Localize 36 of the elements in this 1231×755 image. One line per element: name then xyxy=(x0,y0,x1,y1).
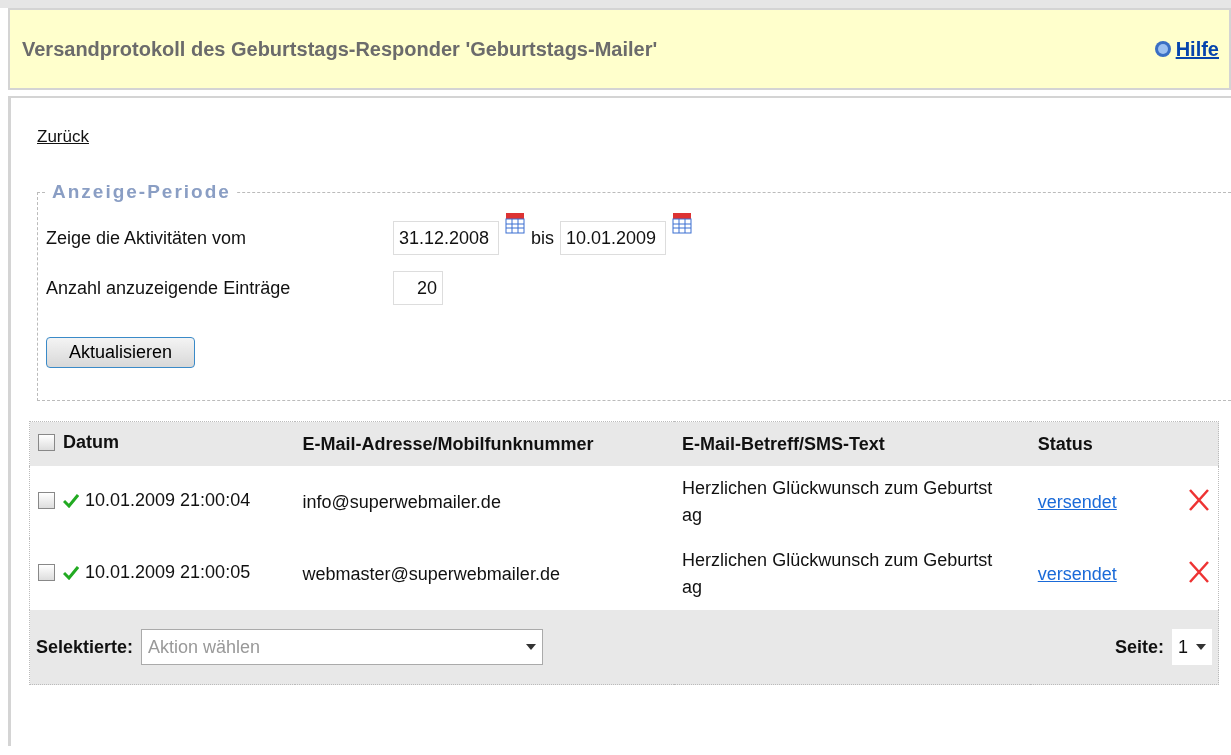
back-link[interactable]: Zurück xyxy=(37,127,89,146)
count-label: Anzahl anzuzeigende Einträge xyxy=(46,277,292,299)
from-date-field[interactable]: 31.12.2008 xyxy=(393,221,499,255)
page-select[interactable]: 1 xyxy=(1172,629,1212,665)
column-header: E-Mail-Betreff/SMS-Text xyxy=(674,421,1030,466)
date-cell: 10.01.2009 21:00:04 xyxy=(85,490,251,511)
selected-label: Selektierte: xyxy=(36,636,134,658)
status-link[interactable]: versendet xyxy=(1037,491,1117,512)
check-icon xyxy=(63,493,79,508)
caret-icon xyxy=(1196,644,1206,650)
column-header: E-Mail-Adresse/Mobilfunknummer xyxy=(294,421,675,466)
refresh-button[interactable]: Aktualisieren xyxy=(46,337,196,368)
from-label: Zeige die Aktivitäten vom xyxy=(46,227,248,249)
page-label: Seite: xyxy=(1114,636,1164,658)
to-label: bis xyxy=(531,227,554,249)
help-link[interactable]: Hilfe xyxy=(1175,37,1219,61)
column-header: Status xyxy=(1029,421,1180,466)
delete-icon[interactable] xyxy=(1188,487,1210,512)
to-date-field[interactable]: 10.01.2009 xyxy=(560,221,666,255)
select-all-checkbox[interactable] xyxy=(38,434,55,451)
subject-cell-text: Herzlichen Glückwunsch zum Geburtstag xyxy=(682,549,994,599)
check-icon xyxy=(63,565,79,580)
address-cell: info@superwebmailer.de xyxy=(294,466,675,538)
address-cell: webmaster@superwebmailer.de xyxy=(294,538,675,610)
caret-icon xyxy=(526,644,537,650)
subject-cell-text: Herzlichen Glückwunsch zum Geburtstag xyxy=(682,477,994,527)
row-checkbox[interactable] xyxy=(38,564,55,581)
count-field[interactable]: 20 xyxy=(393,271,443,305)
delete-icon[interactable] xyxy=(1188,559,1210,584)
date-cell: 10.01.2009 21:00:05 xyxy=(85,562,251,583)
page-title: Versandprotokoll des Geburtstags-Responder 'Geburtstags-Mailer' xyxy=(22,37,658,61)
help-icon[interactable] xyxy=(1153,40,1172,58)
row-checkbox[interactable] xyxy=(38,492,55,509)
status-link[interactable]: versendet xyxy=(1037,563,1117,584)
column-title: Datum xyxy=(63,432,119,453)
fieldset-legend: Anzeige-Periode xyxy=(46,181,237,203)
